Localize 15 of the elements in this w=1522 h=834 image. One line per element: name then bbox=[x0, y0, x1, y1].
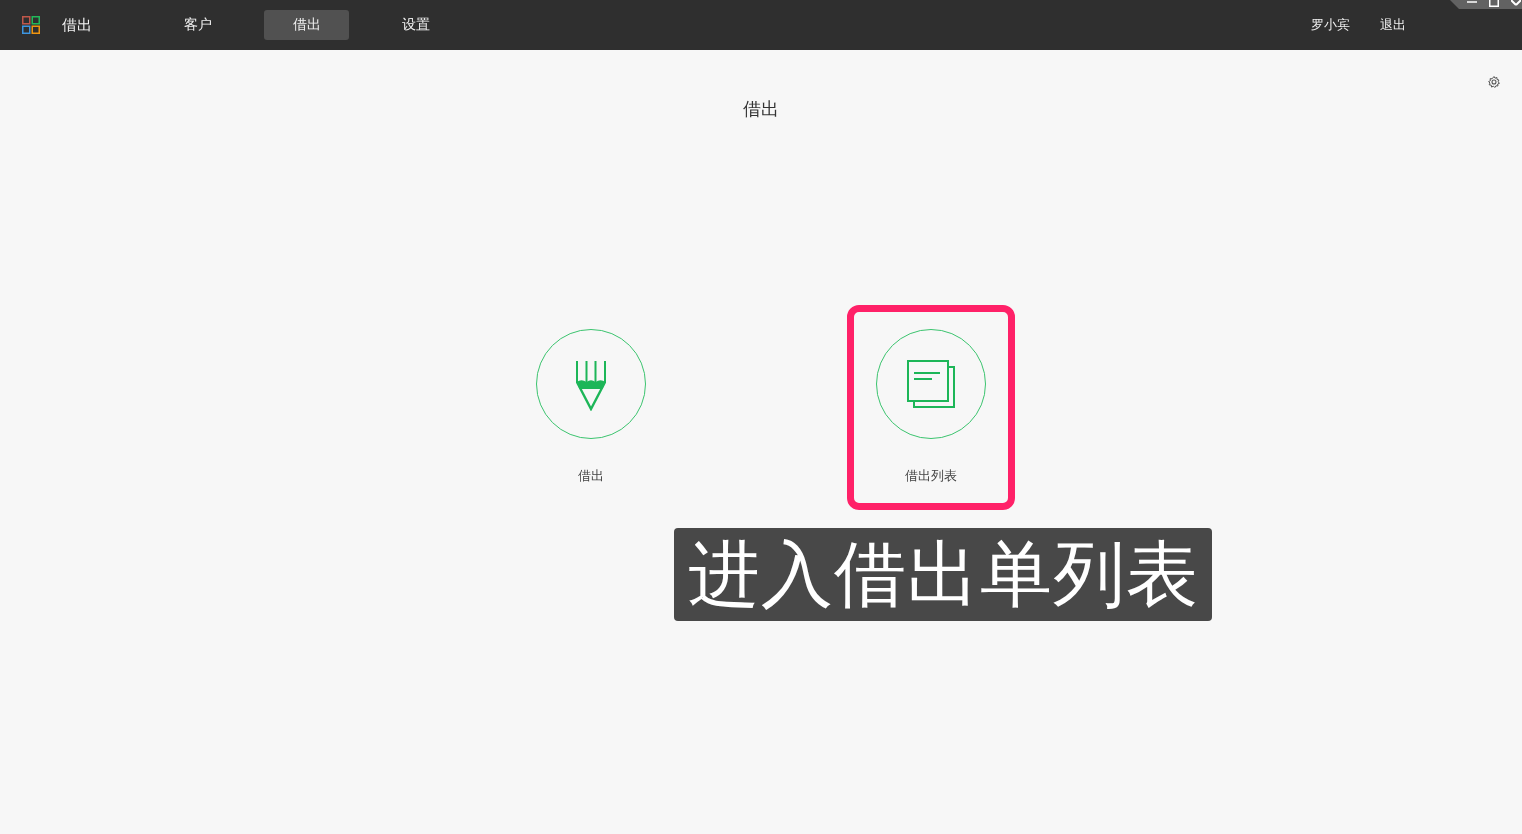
nav-tab[interactable]: 设置 bbox=[373, 10, 458, 40]
logout-link[interactable]: 退出 bbox=[1380, 16, 1406, 34]
grid-logo-icon bbox=[22, 16, 40, 34]
nav-tab[interactable]: 借出 bbox=[264, 10, 349, 40]
settings-icon[interactable] bbox=[1487, 75, 1501, 89]
tile-label: 借出列表 bbox=[905, 467, 957, 485]
app-title: 借出 bbox=[62, 15, 92, 35]
user-name[interactable]: 罗小宾 bbox=[1311, 16, 1350, 34]
tile-label: 借出 bbox=[578, 467, 604, 485]
caption-banner: 进入借出单列表 bbox=[674, 528, 1212, 621]
nav-tab[interactable]: 客户 bbox=[155, 10, 240, 40]
pencil-icon bbox=[576, 361, 606, 411]
page-title: 借出 bbox=[743, 97, 779, 121]
stacked-documents-icon bbox=[907, 360, 955, 408]
maximize-icon[interactable] bbox=[1489, 0, 1499, 9]
